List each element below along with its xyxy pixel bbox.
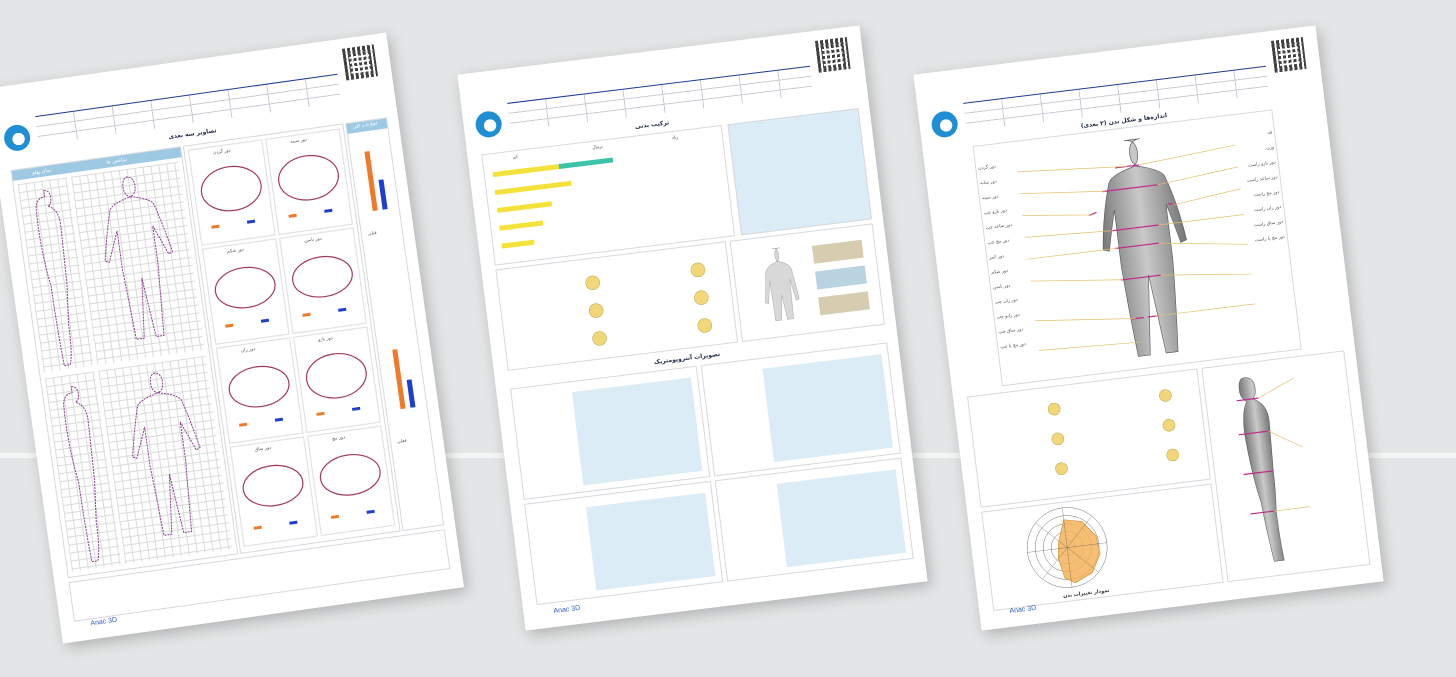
bar-label-high: زیاد [671, 135, 679, 142]
qr-code-icon [814, 37, 851, 73]
composition-bar [501, 239, 535, 249]
measurement-table-3 [524, 480, 724, 606]
footer-brand: Anac 3D [553, 604, 581, 616]
report-sheet-3d-images: تصاویر سه بعدی نمای پهلو شاخص ها دور گرد… [0, 32, 464, 644]
side-body-figure [1201, 350, 1371, 583]
brand-logo [474, 109, 504, 139]
legend-prev: قبلی [367, 230, 378, 237]
body-measurement-figure: دور گردن دور شانه دور سینه دور بازو چپ دور س… [972, 109, 1302, 387]
measurement-summary-table [967, 368, 1211, 508]
body-3d-preview [729, 223, 886, 343]
composition-bar [496, 201, 553, 213]
composition-bar [492, 157, 614, 178]
measurement-table-1 [510, 365, 711, 500]
qr-code-icon [341, 44, 379, 81]
bar-label-low: کم [512, 155, 519, 161]
measurement-callout: قد [1267, 130, 1273, 137]
composition-bar [499, 220, 544, 231]
measurement-callout: وزن [1266, 145, 1275, 152]
brand-logo [2, 123, 32, 153]
composition-bar [494, 180, 572, 196]
page-title: تصاویر سه بعدی [168, 127, 218, 141]
bar-label-normal: نرمال [592, 144, 604, 151]
report-sheet-body-measurements: اندازه‌ها و شکل بدن (۳ بعدی) [913, 25, 1384, 631]
report-sheet-body-composition: ترکیب بدنی کم نرمال زیاد تصویرات آنتروپو… [457, 25, 928, 631]
qr-code-icon [1270, 37, 1307, 73]
composition-table [727, 108, 873, 236]
brand-logo [930, 109, 960, 139]
measurement-table-2 [700, 342, 901, 477]
measurement-table-4 [714, 457, 914, 582]
page-title: ترکیب بدنی [634, 119, 670, 131]
legend-current: فعلی [396, 438, 408, 445]
